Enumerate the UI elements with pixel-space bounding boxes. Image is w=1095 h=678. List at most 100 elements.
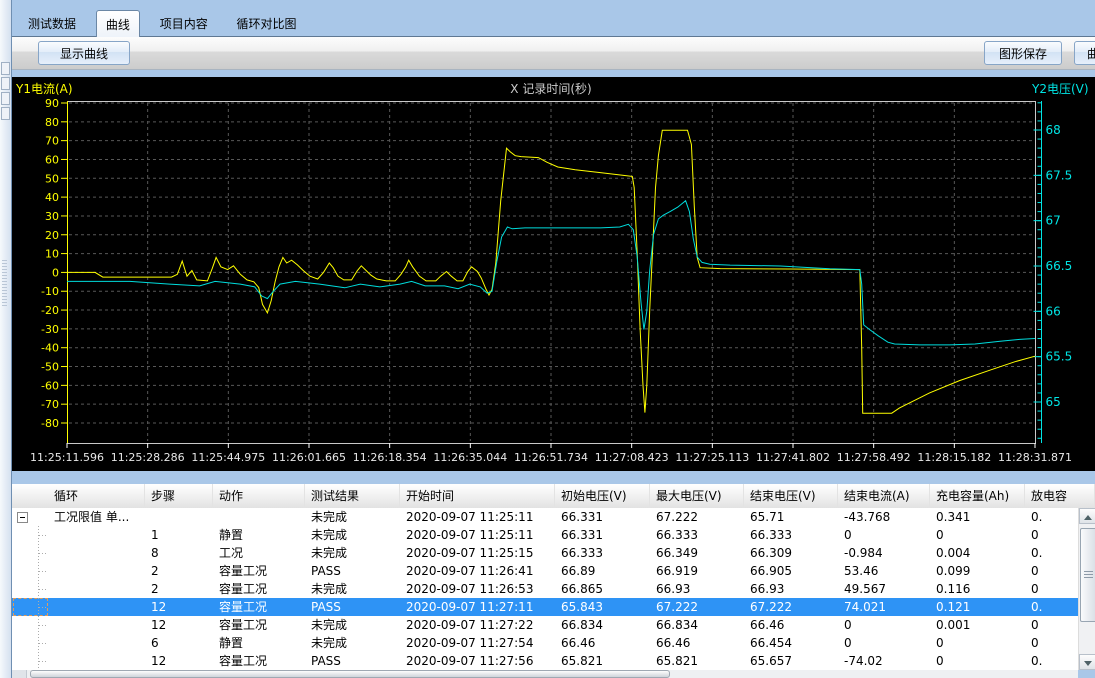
x-tick-label: 11:28:31.871 xyxy=(998,451,1072,464)
column-header[interactable]: 充电容量(Ah) xyxy=(930,484,1025,508)
arrow-down-icon xyxy=(1084,661,1092,666)
table-cell: 2 xyxy=(145,580,213,598)
mini-icon xyxy=(1,77,10,90)
tree-collapse-icon[interactable] xyxy=(17,512,28,523)
table-cell: 12 xyxy=(145,616,213,634)
x-tick-label: 11:26:51.734 xyxy=(514,451,588,464)
table-cell: PASS xyxy=(305,652,400,670)
x-tick-label: 11:25:44.975 xyxy=(191,451,265,464)
table-cell: 容量工况 xyxy=(213,652,305,670)
y1-tick-label: 30 xyxy=(45,210,59,223)
table-cell: 未完成 xyxy=(305,526,400,544)
column-header[interactable]: 开始时间 xyxy=(400,484,555,508)
table-cell: 65.71 xyxy=(744,508,838,526)
y1-tick-label: -10 xyxy=(41,285,59,298)
table-cell xyxy=(48,580,145,598)
curve-chart[interactable]: 9080706050403020100-10-20-30-40-50-60-70… xyxy=(12,77,1095,471)
tree-line xyxy=(39,553,46,554)
table-cell: 0.116 xyxy=(930,580,1025,598)
table-cell: -0.984 xyxy=(838,544,930,562)
column-header[interactable]: 动作 xyxy=(213,484,305,508)
table-cell xyxy=(48,562,145,580)
table-cell: 66.46 xyxy=(744,616,838,634)
tree-line xyxy=(39,661,46,662)
x-tick-label: 11:26:18.354 xyxy=(353,451,427,464)
y1-tick-label: -50 xyxy=(41,361,59,374)
column-header[interactable]: 循环 xyxy=(48,484,145,508)
table-row[interactable]: 6静置未完成2020-09-07 11:27:5466.4666.4666.45… xyxy=(12,634,1078,652)
table-cell: 0 xyxy=(930,652,1025,670)
x-tick-label: 11:28:15.182 xyxy=(917,451,991,464)
left-collapsed-panel[interactable] xyxy=(0,0,12,678)
table-cell: 66.905 xyxy=(744,562,838,580)
table-cell: -43.768 xyxy=(838,508,930,526)
table-cell: 0 xyxy=(1025,634,1078,652)
table-cell: PASS xyxy=(305,598,400,616)
table-cell: 0 xyxy=(930,526,1025,544)
table-cell: 0.001 xyxy=(930,616,1025,634)
scroll-down-button[interactable] xyxy=(1079,654,1095,670)
table-cell: 49.567 xyxy=(838,580,930,598)
table-cell: 65.657 xyxy=(744,652,838,670)
hscrollbar-thumb[interactable] xyxy=(30,670,670,678)
table-cell: 未完成 xyxy=(305,580,400,598)
y1-tick-label: -80 xyxy=(41,417,59,430)
table-cell: 66.331 xyxy=(555,508,650,526)
column-header[interactable]: 最大电压(V) xyxy=(650,484,744,508)
y2-tick-label: 67.5 xyxy=(1046,168,1073,182)
table-cell: 66.349 xyxy=(650,544,744,562)
table-cell: 66.333 xyxy=(744,526,838,544)
table-cell: 66.454 xyxy=(744,634,838,652)
column-header[interactable]: 结束电流(A) xyxy=(838,484,930,508)
table-cell: 0 xyxy=(838,616,930,634)
column-header[interactable]: 步骤 xyxy=(145,484,213,508)
vertical-scrollbar[interactable] xyxy=(1078,508,1095,670)
table-cell: 容量工况 xyxy=(213,616,305,634)
table-cell: 0.099 xyxy=(930,562,1025,580)
table-cell: 66.919 xyxy=(650,562,744,580)
column-header[interactable]: 测试结果 xyxy=(305,484,400,508)
y1-tick-label: 50 xyxy=(45,172,59,185)
table-row[interactable]: 8工况未完成2020-09-07 11:25:1566.33366.34966.… xyxy=(12,544,1078,562)
table-cell: 66.46 xyxy=(555,634,650,652)
tab-project-content[interactable]: 项目内容 xyxy=(151,10,217,36)
table-cell: 66.309 xyxy=(744,544,838,562)
table-cell: 未完成 xyxy=(305,508,400,526)
table-cell: 0. xyxy=(1025,544,1078,562)
table-row[interactable]: 12容量工况PASS2020-09-07 11:27:1165.84367.22… xyxy=(12,598,1078,616)
clipped-right-button[interactable]: 曲 xyxy=(1074,41,1095,65)
focus-rect xyxy=(13,598,48,616)
tree-line xyxy=(39,535,46,536)
save-graph-button[interactable]: 图形保存 xyxy=(984,41,1062,65)
table-row[interactable]: 1静置未完成2020-09-07 11:25:1166.33166.33366.… xyxy=(12,526,1078,544)
y1-axis-title: Y1电流(A) xyxy=(15,82,73,96)
column-header[interactable]: 初始电压(V) xyxy=(555,484,650,508)
table-row[interactable]: 2容量工况未完成2020-09-07 11:26:5366.86566.9366… xyxy=(12,580,1078,598)
table-cell: 2020-09-07 11:25:11 xyxy=(400,508,555,526)
table-cell: 66.93 xyxy=(650,580,744,598)
table-cell: PASS xyxy=(305,562,400,580)
tree-line xyxy=(39,643,46,644)
column-header[interactable]: 结束电压(V) xyxy=(744,484,838,508)
scrollbar-thumb[interactable] xyxy=(1080,528,1095,622)
table-row[interactable]: 工况限值 单...未完成2020-09-07 11:25:1166.33167.… xyxy=(12,508,1078,526)
y1-tick-label: 70 xyxy=(45,135,59,148)
show-curve-button[interactable]: 显示曲线 xyxy=(38,41,130,65)
table-row[interactable]: 12容量工况未完成2020-09-07 11:27:2266.83466.834… xyxy=(12,616,1078,634)
tab-curve[interactable]: 曲线 xyxy=(96,10,140,39)
table-cell: 66.865 xyxy=(555,580,650,598)
table-row[interactable]: 2容量工况PASS2020-09-07 11:26:4166.8966.9196… xyxy=(12,562,1078,580)
horizontal-scrollbar[interactable] xyxy=(12,670,1078,678)
table-row[interactable]: 12容量工况PASS2020-09-07 11:27:5665.82165.82… xyxy=(12,652,1078,670)
table-cell xyxy=(145,508,213,526)
y1-tick-label: -30 xyxy=(41,323,59,336)
table-cell: 容量工况 xyxy=(213,580,305,598)
y1-tick-label: 80 xyxy=(45,116,59,129)
tab-test-data[interactable]: 测试数据 xyxy=(19,10,85,36)
scroll-up-button[interactable] xyxy=(1079,508,1095,524)
scroll-left-button[interactable] xyxy=(12,670,27,678)
y2-tick-label: 68 xyxy=(1046,123,1061,137)
column-header[interactable]: 放电容 xyxy=(1025,484,1095,508)
tab-cycle-comparison[interactable]: 循环对比图 xyxy=(228,10,306,36)
y1-tick-label: 60 xyxy=(45,153,59,166)
